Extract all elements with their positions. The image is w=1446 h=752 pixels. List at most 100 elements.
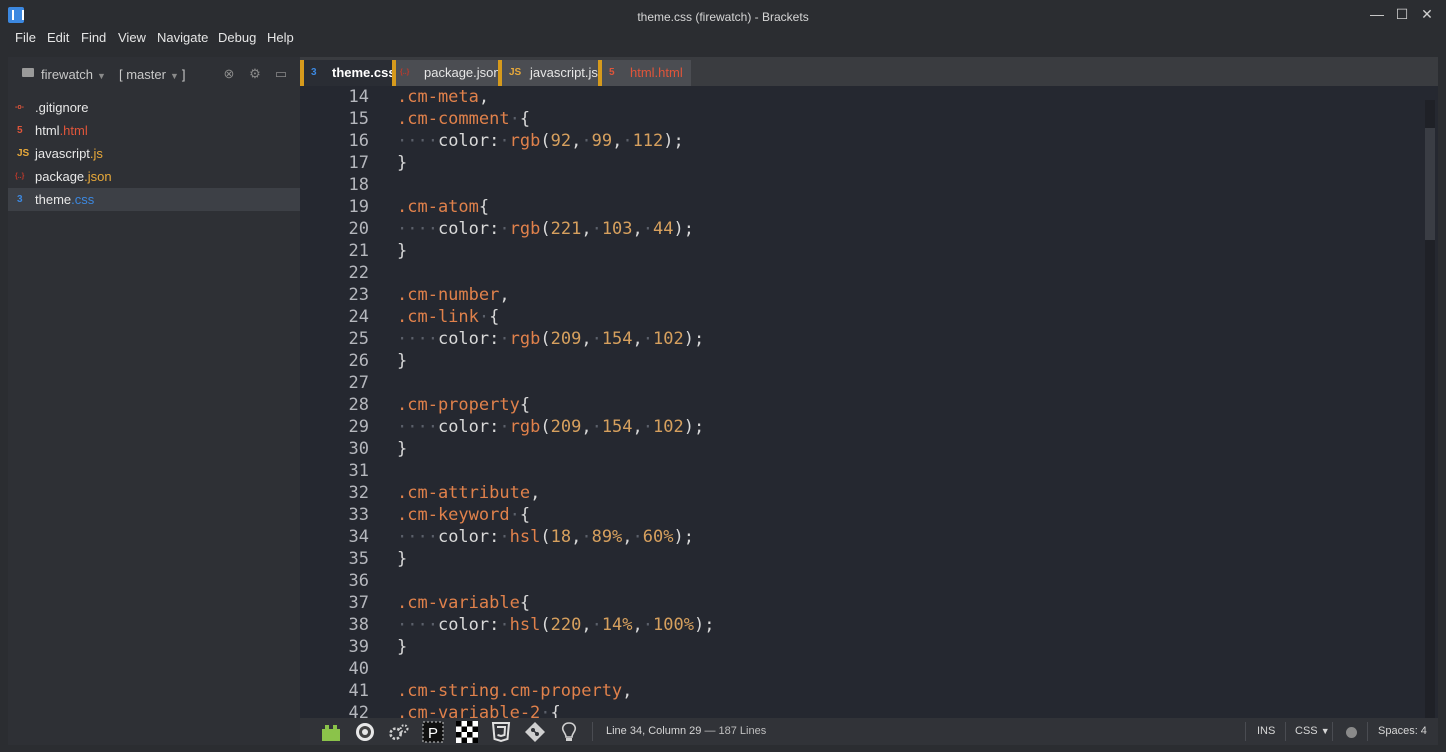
maximize-button[interactable]: ☐ xyxy=(1394,6,1410,22)
minimize-button[interactable]: — xyxy=(1369,6,1385,22)
code-text: } xyxy=(397,152,407,174)
vertical-scrollbar[interactable] xyxy=(1425,100,1435,718)
code-token: ···· xyxy=(397,615,438,635)
html5-icon: 5 xyxy=(17,125,23,136)
p-letter-icon[interactable]: P xyxy=(422,721,444,743)
code-token: , xyxy=(530,483,541,503)
tab-html-html[interactable]: 5 html.html xyxy=(598,60,691,86)
css3-icon: 3 xyxy=(311,67,317,78)
menu-debug[interactable]: Debug xyxy=(218,30,256,45)
code-text: .cm-attribute, xyxy=(397,482,540,504)
menu-find[interactable]: Find xyxy=(81,30,106,45)
code-token: .cm-number xyxy=(397,285,500,305)
code-token: { xyxy=(478,197,490,217)
css3-icon[interactable] xyxy=(490,721,512,743)
code-text: ····color:·rgb(209,·154,·102); xyxy=(397,328,704,350)
code-token: 102 xyxy=(653,417,684,437)
line-number: 17 xyxy=(348,153,369,173)
divider xyxy=(1332,722,1333,741)
inspector-icon[interactable] xyxy=(354,721,376,743)
code-token: ( xyxy=(540,329,551,349)
code-token: , xyxy=(632,329,643,349)
code-token: · xyxy=(509,505,520,525)
menu-help[interactable]: Help xyxy=(267,30,294,45)
code-token: color: xyxy=(437,527,500,547)
menu-view[interactable]: View xyxy=(118,30,146,45)
code-token: ···· xyxy=(397,417,438,437)
code-token: · xyxy=(499,131,510,151)
code-token: ); xyxy=(673,219,694,239)
code-token: · xyxy=(642,329,654,349)
indent-spaces[interactable]: Spaces: 4 xyxy=(1378,725,1427,737)
tab-theme-css[interactable]: 3 theme.css xyxy=(300,60,404,86)
code-token: rgb xyxy=(509,329,541,349)
line-number: 33 xyxy=(348,505,369,525)
tab-javascript-js[interactable]: JS javascript.js xyxy=(498,60,606,86)
code-token: 103 xyxy=(601,219,633,239)
line-number: 25 xyxy=(348,329,369,349)
git-icon[interactable] xyxy=(524,721,546,743)
split-view-icon[interactable]: ▭ xyxy=(274,67,288,81)
code-token: · xyxy=(591,329,602,349)
code-token: , xyxy=(581,329,592,349)
code-token: 44 xyxy=(653,219,674,239)
menu-file[interactable]: File xyxy=(15,30,36,45)
linter-status-icon[interactable] xyxy=(1346,727,1357,738)
code-token: , xyxy=(632,417,643,437)
code-text: .cm-string.cm-property, xyxy=(397,680,632,702)
tab-package-json[interactable]: {..} package.json xyxy=(392,60,509,86)
caret-down-icon: ▼ xyxy=(169,71,179,81)
code-text: } xyxy=(397,240,407,262)
gear-icon[interactable]: ⚙ xyxy=(248,67,262,81)
json-icon: {..} xyxy=(400,69,410,76)
extension-icon[interactable] xyxy=(320,721,342,743)
language-dropdown[interactable]: CSS ▼ xyxy=(1295,725,1330,737)
code-text: .cm-property{ xyxy=(397,394,530,416)
code-token: · xyxy=(642,417,654,437)
close-button[interactable]: ✕ xyxy=(1419,6,1435,22)
line-number: 38 xyxy=(348,615,369,635)
code-token: · xyxy=(499,417,510,437)
menu-edit[interactable]: Edit xyxy=(47,30,69,45)
code-token: 154 xyxy=(601,417,633,437)
code-token: ···· xyxy=(397,131,438,151)
file-item[interactable]: JS javascript.js xyxy=(8,142,300,165)
line-number: 21 xyxy=(348,241,369,261)
branch-dropdown[interactable]: [ master ▼] xyxy=(119,67,186,82)
code-token: · xyxy=(591,417,602,437)
line-number: 41 xyxy=(348,681,369,701)
file-extension: .html xyxy=(59,123,88,138)
project-dropdown[interactable]: firewatch ▼ xyxy=(41,67,106,82)
checkerboard-icon[interactable] xyxy=(456,721,478,743)
code-token: color: xyxy=(437,329,500,349)
lightbulb-icon[interactable] xyxy=(558,721,580,743)
code-text: ····color:·rgb(221,·103,·44); xyxy=(397,218,694,240)
code-token: { xyxy=(489,307,500,327)
code-token: hsl xyxy=(509,615,541,635)
close-circle-icon[interactable]: ⊗ xyxy=(222,67,236,81)
code-token: ···· xyxy=(397,329,438,349)
code-token: rgb xyxy=(509,219,541,239)
code-token: { xyxy=(519,395,531,415)
code-token: } xyxy=(397,439,408,459)
menu-navigate[interactable]: Navigate xyxy=(157,30,208,45)
scroll-thumb[interactable] xyxy=(1425,128,1435,240)
code-token: ···· xyxy=(397,219,438,239)
code-token: { xyxy=(519,109,531,129)
line-number: 34 xyxy=(348,527,369,547)
code-token: color: xyxy=(437,131,500,151)
file-item[interactable]: {..} package.json xyxy=(8,165,300,188)
insert-mode-toggle[interactable]: INS xyxy=(1257,725,1275,737)
code-token: ···· xyxy=(397,527,438,547)
file-item[interactable]: 5 html.html xyxy=(8,119,300,142)
line-number: 35 xyxy=(348,549,369,569)
code-editor[interactable]: 14 .cm-meta, 15 .cm-comment·{16 ····color:·r… xyxy=(300,86,1438,718)
tab-label: javascript.js xyxy=(530,65,598,80)
file-item[interactable]: -o- .gitignore xyxy=(8,96,300,119)
divider xyxy=(592,722,593,741)
code-token: .cm-keyword xyxy=(397,505,510,525)
code-text: } xyxy=(397,350,407,372)
gears-icon[interactable] xyxy=(388,721,410,743)
file-item[interactable]: 3 theme.css xyxy=(8,188,300,211)
code-token: .cm-meta xyxy=(397,87,479,107)
